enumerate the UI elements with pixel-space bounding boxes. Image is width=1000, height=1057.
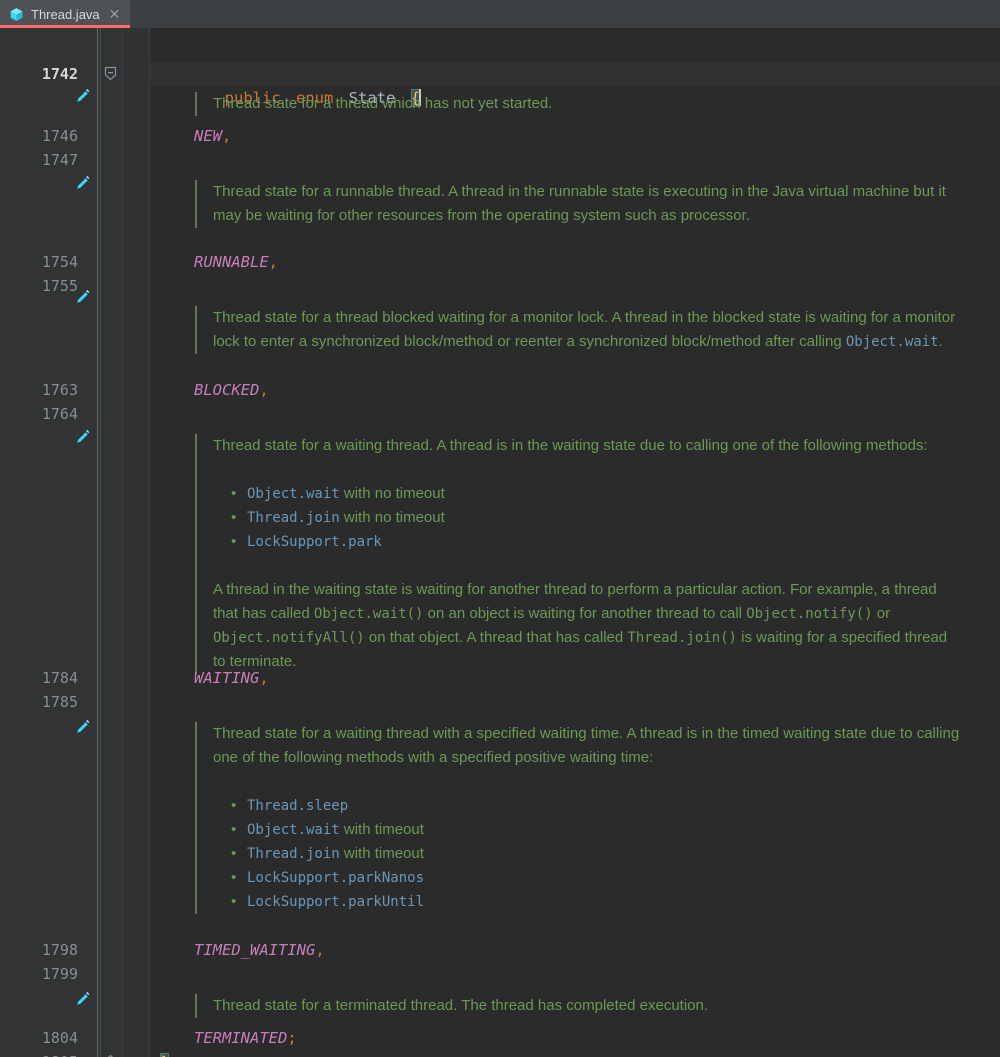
line-number: 1798 <box>0 938 78 962</box>
line-number: 1804 <box>0 1026 78 1050</box>
javadoc-paragraph: Thread state for a thread blocked waitin… <box>213 306 960 354</box>
javadoc-link-locksupport-parknanos[interactable]: LockSupport.parkNanos <box>247 870 424 886</box>
enum-separator: , <box>259 669 268 687</box>
javadoc-paragraph: Thread state for a runnable thread. A th… <box>213 180 960 228</box>
javadoc-terminated: Thread state for a terminated thread. Th… <box>195 994 960 1018</box>
javadoc-runnable: Thread state for a runnable thread. A th… <box>195 180 960 228</box>
enum-constant-timed-waiting: TIMED_WAITING <box>194 941 315 959</box>
javadoc-link-object-wait[interactable]: Object.wait <box>846 334 939 350</box>
code-line-declaration[interactable]: public enum State { <box>150 62 1000 86</box>
javadoc-code-object-wait: Object.wait() <box>314 606 424 622</box>
javadoc-timed-waiting: Thread state for a waiting thread with a… <box>195 722 960 914</box>
java-class-icon <box>9 7 24 22</box>
line-number: 1799 <box>0 962 78 986</box>
close-brace: } <box>160 1053 169 1057</box>
list-item: Object.wait with timeout <box>231 818 960 842</box>
javadoc-link-thread-join[interactable]: Thread.join <box>247 846 340 862</box>
fold-collapse-icon[interactable] <box>103 66 118 81</box>
line-number: 1784 <box>0 666 78 690</box>
code-line-enum-waiting[interactable]: WAITING, <box>150 666 1000 690</box>
javadoc-method-list: Object.wait with no timeout Thread.join … <box>213 482 960 554</box>
javadoc-code-object-notifyall: Object.notifyAll() <box>213 630 365 646</box>
enum-constant-runnable: RUNNABLE <box>194 253 269 271</box>
javadoc-text: on that object. A thread that has called <box>365 629 628 646</box>
javadoc-paragraph: Thread state for a thread which has not … <box>213 92 960 116</box>
code-editor[interactable]: 1742 1746 1747 1754 1755 1763 1764 1784 … <box>0 28 1000 1057</box>
javadoc-link-locksupport-park[interactable]: LockSupport.park <box>247 534 382 550</box>
enum-separator: , <box>222 127 231 145</box>
list-item: LockSupport.park <box>231 530 960 554</box>
line-number: 1785 <box>0 690 78 714</box>
javadoc-outro: A thread in the waiting state is waiting… <box>213 578 960 674</box>
edit-marker-icon[interactable] <box>74 174 92 192</box>
code-line-closing-brace[interactable]: } <box>150 1050 1000 1057</box>
javadoc-blocked: Thread state for a thread blocked waitin… <box>195 306 960 354</box>
edit-marker-icon[interactable] <box>74 990 92 1008</box>
edit-marker-icon[interactable] <box>74 428 92 446</box>
editor-gutter[interactable]: 1742 1746 1747 1754 1755 1763 1764 1784 … <box>0 28 150 1057</box>
list-item: LockSupport.parkNanos <box>231 866 960 890</box>
line-number: 1764 <box>0 402 78 426</box>
enum-separator: , <box>259 381 268 399</box>
tab-label: Thread.java <box>31 7 100 22</box>
list-item-suffix: with timeout <box>340 845 424 862</box>
code-line-enum-terminated[interactable]: TERMINATED; <box>150 1026 1000 1050</box>
javadoc-text: on an object is waiting for another thre… <box>423 605 746 622</box>
javadoc-paragraph: Thread state for a terminated thread. Th… <box>213 994 960 1018</box>
list-item: Thread.sleep <box>231 794 960 818</box>
javadoc-new: Thread state for a thread which has not … <box>195 92 960 116</box>
tab-thread-java[interactable]: Thread.java ✕ <box>0 0 130 28</box>
javadoc-code-object-notify: Object.notify() <box>746 606 872 622</box>
code-line-enum-runnable[interactable]: RUNNABLE, <box>150 250 1000 274</box>
list-item-suffix: with timeout <box>340 821 424 838</box>
code-line-enum-timed-waiting[interactable]: TIMED_WAITING, <box>150 938 1000 962</box>
enum-constant-terminated: TERMINATED <box>194 1029 287 1047</box>
line-number: 1755 <box>0 274 78 298</box>
javadoc-link-object-wait[interactable]: Object.wait <box>247 486 340 502</box>
javadoc-text: or <box>873 605 891 622</box>
line-number: 1746 <box>0 124 78 148</box>
code-content-area[interactable]: public enum State { Thread state for a t… <box>150 28 1000 1057</box>
code-line-enum-blocked[interactable]: BLOCKED, <box>150 378 1000 402</box>
editor-tab-bar: Thread.java ✕ <box>0 0 1000 28</box>
list-item: Object.wait with no timeout <box>231 482 960 506</box>
javadoc-text: . <box>939 333 943 350</box>
edit-marker-icon[interactable] <box>74 288 92 306</box>
javadoc-link-locksupport-parkuntil[interactable]: LockSupport.parkUntil <box>247 894 424 910</box>
enum-separator: , <box>269 253 278 271</box>
close-icon[interactable]: ✕ <box>107 7 121 21</box>
javadoc-intro: Thread state for a waiting thread. A thr… <box>213 434 960 458</box>
line-number: 1742 <box>0 62 78 86</box>
list-item: LockSupport.parkUntil <box>231 890 960 914</box>
enum-constant-new: NEW <box>194 127 222 145</box>
line-number: 1805 <box>0 1050 78 1057</box>
line-number: 1754 <box>0 250 78 274</box>
javadoc-method-list: Thread.sleep Object.wait with timeout Th… <box>213 794 960 914</box>
javadoc-code-thread-join: Thread.join() <box>627 630 737 646</box>
list-item-suffix: with no timeout <box>340 509 445 526</box>
javadoc-text: Thread state for a thread blocked waitin… <box>213 309 955 350</box>
code-line-enum-new[interactable]: NEW, <box>150 124 1000 148</box>
list-item-suffix: with no timeout <box>340 485 445 502</box>
list-item: Thread.join with no timeout <box>231 506 960 530</box>
line-number: 1763 <box>0 378 78 402</box>
javadoc-link-thread-join[interactable]: Thread.join <box>247 510 340 526</box>
javadoc-waiting: Thread state for a waiting thread. A thr… <box>195 434 960 674</box>
line-number: 1747 <box>0 148 78 172</box>
edit-marker-icon[interactable] <box>74 718 92 736</box>
list-item: Thread.join with timeout <box>231 842 960 866</box>
enum-constant-blocked: BLOCKED <box>194 381 259 399</box>
enum-separator: , <box>315 941 324 959</box>
javadoc-link-object-wait[interactable]: Object.wait <box>247 822 340 838</box>
edit-marker-icon[interactable] <box>74 87 92 105</box>
javadoc-intro: Thread state for a waiting thread with a… <box>213 722 960 770</box>
javadoc-link-thread-sleep[interactable]: Thread.sleep <box>247 798 348 814</box>
enum-constant-waiting: WAITING <box>194 669 259 687</box>
enum-separator: ; <box>287 1029 296 1047</box>
